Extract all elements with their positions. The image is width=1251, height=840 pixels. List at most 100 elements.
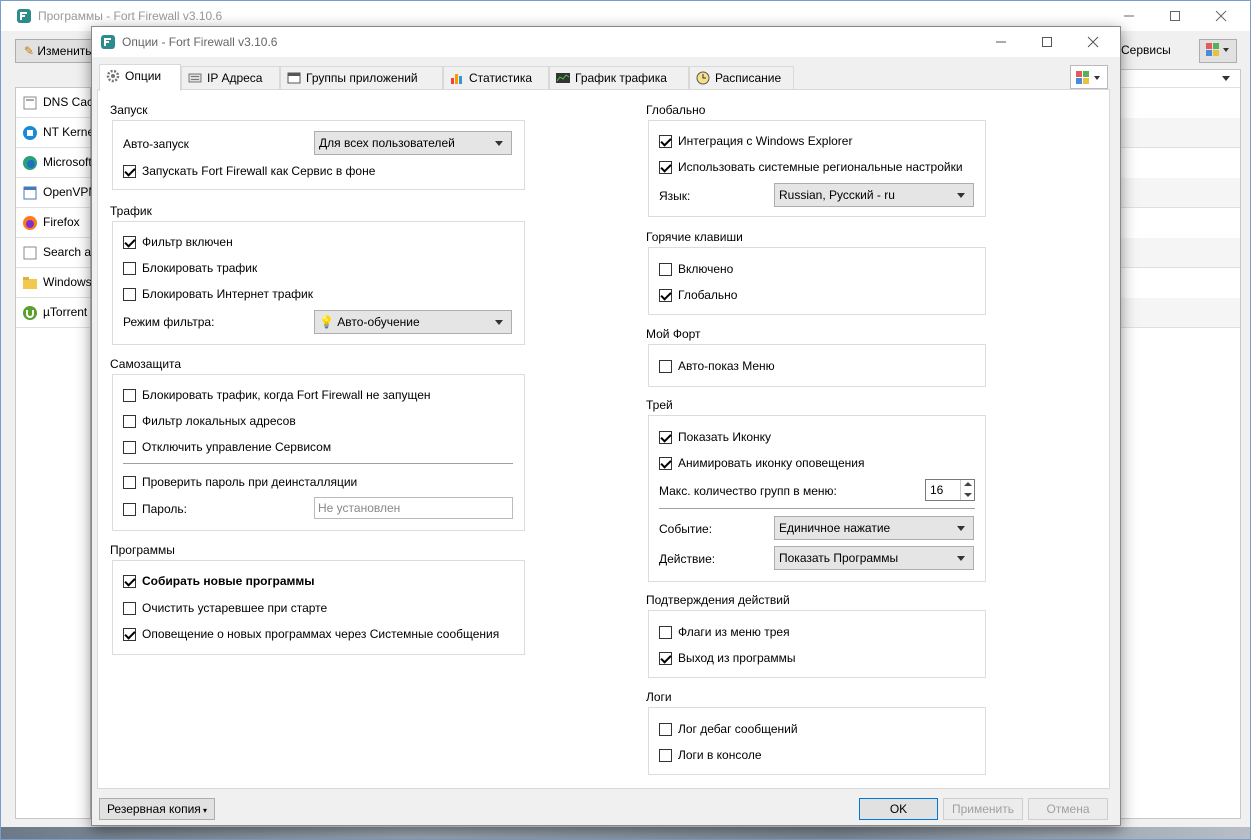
language-label: Язык: xyxy=(659,189,691,203)
dialog-titlebar[interactable]: Опции - Fort Firewall v3.10.6 xyxy=(92,27,1120,57)
options-tab-panel: Запуск Авто-запуск Для всех пользователе… xyxy=(97,89,1110,789)
chevron-down-icon xyxy=(1222,76,1230,81)
block-not-running-checkbox[interactable] xyxy=(123,389,136,402)
column-header[interactable] xyxy=(1112,70,1240,88)
edit-button[interactable]: ✎ Изменить xyxy=(15,39,101,63)
spin-down-icon[interactable] xyxy=(960,490,974,500)
list-item[interactable]: NT Kerne xyxy=(16,118,94,148)
debug-log-label: Лог дебаг сообщений xyxy=(678,722,798,736)
block-internet-checkbox[interactable] xyxy=(123,288,136,301)
close-icon[interactable] xyxy=(1198,1,1244,31)
layout-menu-button[interactable] xyxy=(1199,39,1237,63)
system-locale-label: Использовать системные региональные наст… xyxy=(678,160,963,174)
confirmations-group-title: Подтверждения действий xyxy=(646,593,790,607)
max-groups-label: Макс. количество групп в меню: xyxy=(659,484,837,498)
password-label: Пароль: xyxy=(142,502,187,516)
tab-traffic-graph[interactable]: График трафика xyxy=(549,66,689,90)
animate-alert-checkbox[interactable] xyxy=(659,457,672,470)
ok-button[interactable]: OK xyxy=(859,798,938,820)
layout-menu-button[interactable] xyxy=(1070,65,1108,89)
autorun-label: Авто-запуск xyxy=(123,137,189,151)
cancel-button[interactable]: Отмена xyxy=(1028,798,1108,820)
services-button[interactable]: Сервисы xyxy=(1113,39,1179,63)
bar-chart-icon xyxy=(450,70,464,84)
block-traffic-label: Блокировать трафик xyxy=(142,261,258,275)
list-item[interactable]: Firefox xyxy=(16,208,90,238)
tab-schedule[interactable]: Расписание xyxy=(689,66,794,90)
system-locale-checkbox[interactable] xyxy=(659,161,672,174)
list-item[interactable]: Microsoft xyxy=(16,148,92,178)
separator xyxy=(659,508,975,509)
auto-show-menu-checkbox[interactable] xyxy=(659,360,672,373)
event-dropdown[interactable]: Единичное нажатие xyxy=(774,516,974,540)
startup-group: Авто-запуск Для всех пользователей Запус… xyxy=(112,120,525,190)
purge-on-start-checkbox[interactable] xyxy=(123,602,136,615)
table-row[interactable] xyxy=(1112,118,1240,148)
tab-bar: Опции IP Адреса Группы приложений Статис… xyxy=(97,64,1112,91)
action-label: Действие: xyxy=(659,552,716,566)
list-item[interactable]: µTorrent xyxy=(16,298,90,328)
list-item[interactable]: OpenVPN xyxy=(16,178,97,208)
folder-icon xyxy=(22,275,38,291)
exit-program-checkbox[interactable] xyxy=(659,652,672,665)
table-row[interactable] xyxy=(1112,178,1240,208)
check-password-label: Проверить пароль при деинсталляции xyxy=(142,475,358,489)
autorun-dropdown[interactable]: Для всех пользователей xyxy=(314,131,512,155)
table-row[interactable] xyxy=(1112,238,1240,268)
block-traffic-checkbox[interactable] xyxy=(123,262,136,275)
gear-icon xyxy=(106,68,120,83)
table-row[interactable] xyxy=(1112,298,1240,328)
filter-mode-dropdown[interactable]: 💡 Авто-обучение xyxy=(314,310,512,334)
explorer-integration-label: Интеграция с Windows Explorer xyxy=(678,134,853,148)
list-item[interactable]: Windows xyxy=(16,268,92,298)
collect-new-checkbox[interactable] xyxy=(123,575,136,588)
clock-icon xyxy=(696,70,710,85)
show-icon-checkbox[interactable] xyxy=(659,431,672,444)
tab-app-groups[interactable]: Группы приложений xyxy=(280,66,443,90)
tab-ip-addresses[interactable]: IP Адреса xyxy=(181,66,280,90)
hotkeys-group: Включено Глобально xyxy=(648,247,986,315)
auto-show-menu-label: Авто-показ Меню xyxy=(678,359,775,373)
list-item[interactable]: DNS Cach xyxy=(16,88,100,118)
hotkeys-global-checkbox[interactable] xyxy=(659,289,672,302)
utorrent-icon xyxy=(22,305,38,321)
action-dropdown[interactable]: Показать Программы xyxy=(774,546,974,570)
tab-statistics[interactable]: Статистика xyxy=(443,66,549,90)
maximize-icon[interactable] xyxy=(1024,27,1070,57)
close-icon[interactable] xyxy=(1070,27,1116,57)
explorer-integration-checkbox[interactable] xyxy=(659,135,672,148)
confirmations-group: Флаги из меню трея Выход из программы xyxy=(648,610,986,678)
filter-enabled-checkbox[interactable] xyxy=(123,236,136,249)
notify-new-checkbox[interactable] xyxy=(123,628,136,641)
programs-list[interactable]: DNS Cach NT Kerne Microsoft OpenVPN Fire… xyxy=(15,87,100,819)
console-log-checkbox[interactable] xyxy=(659,749,672,762)
edge-icon xyxy=(22,155,38,171)
maximize-icon[interactable] xyxy=(1152,1,1198,31)
global-group: Интеграция с Windows Explorer Использова… xyxy=(648,120,986,217)
dialog-title: Опции - Fort Firewall v3.10.6 xyxy=(122,35,278,49)
backup-button[interactable]: Резервная копия ▾ xyxy=(99,798,215,820)
filter-local-checkbox[interactable] xyxy=(123,415,136,428)
block-not-running-label: Блокировать трафик, когда Fort Firewall … xyxy=(142,388,431,402)
protection-group: Блокировать трафик, когда Fort Firewall … xyxy=(112,374,525,531)
check-password-checkbox[interactable] xyxy=(123,476,136,489)
notify-new-label: Оповещение о новых программах через Сист… xyxy=(142,627,500,641)
password-input[interactable] xyxy=(314,497,513,519)
exit-program-label: Выход из программы xyxy=(678,651,796,665)
max-groups-spinbox[interactable]: 16 xyxy=(925,479,975,501)
tray-flags-checkbox[interactable] xyxy=(659,626,672,639)
tab-options[interactable]: Опции xyxy=(99,64,181,91)
console-log-label: Логи в консоле xyxy=(678,748,762,762)
apply-button[interactable]: Применить xyxy=(943,798,1023,820)
hotkeys-enabled-checkbox[interactable] xyxy=(659,263,672,276)
spin-up-icon[interactable] xyxy=(960,480,974,490)
debug-log-checkbox[interactable] xyxy=(659,723,672,736)
password-checkbox[interactable] xyxy=(123,503,136,516)
tray-group-title: Трей xyxy=(646,398,673,412)
minimize-icon[interactable] xyxy=(978,27,1024,57)
disable-service-control-checkbox[interactable] xyxy=(123,441,136,454)
list-item[interactable]: Search ap xyxy=(16,238,98,268)
service-checkbox[interactable] xyxy=(123,165,136,178)
language-dropdown[interactable]: Russian, Русский - ru xyxy=(774,183,974,207)
filter-enabled-label: Фильтр включен xyxy=(142,235,233,249)
